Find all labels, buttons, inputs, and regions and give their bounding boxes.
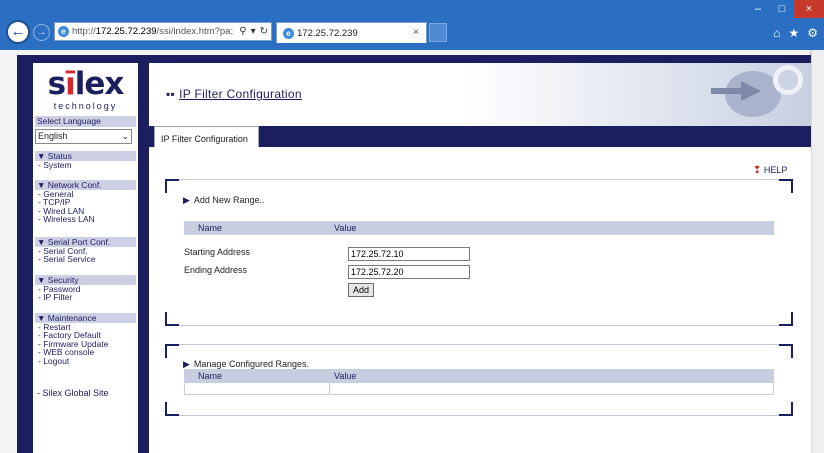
frame-top-border (17, 55, 811, 63)
window-controls: – □ × (746, 0, 824, 20)
logo-subtitle: technology (53, 101, 118, 111)
box-edge (179, 179, 779, 180)
minimize-button[interactable]: – (746, 0, 770, 18)
title-bullet-icon: ▪▪ (166, 87, 176, 101)
starting-address-label: Starting Address (184, 247, 251, 257)
browser-titlebar: – □ × ← → e http://172.25.72.239/ssi/ind… (0, 0, 824, 50)
select-language-label: Select Language (35, 116, 136, 127)
ending-address-label: Ending Address (184, 265, 248, 275)
close-window-button[interactable]: × (794, 0, 824, 18)
column-header-value: Value (334, 223, 357, 233)
menu-group-maintenance: ▼ Maintenance - Restart - Factory Defaul… (35, 313, 136, 365)
sidebar-item-wireless-lan[interactable]: - Wireless LAN (35, 215, 136, 224)
back-button[interactable]: ← (6, 20, 30, 44)
column-header-name: Name (198, 371, 223, 381)
help-link[interactable]: ❢ HELP (753, 165, 787, 176)
vertical-scrollbar[interactable] (811, 50, 824, 453)
corner-decoration (165, 402, 179, 416)
logo-wordmark: sīlex (47, 66, 125, 102)
sidebar-item-logout[interactable]: - Logout (35, 356, 136, 365)
column-header-value: Value (334, 371, 357, 381)
add-button[interactable]: Add (348, 283, 375, 297)
page-header: ▪▪ IP Filter Configuration (149, 63, 811, 126)
corner-decoration (779, 312, 793, 326)
add-range-section: ▶ Add New Range.. Name Value Starting Add… (165, 179, 793, 326)
box-edge (179, 344, 779, 345)
silex-global-site-link[interactable]: - Silex Global Site (37, 388, 109, 398)
refresh-icon[interactable]: ↻ (260, 26, 268, 37)
forward-button[interactable]: → (33, 24, 50, 41)
column-divider (329, 383, 330, 394)
tab-close-icon[interactable]: × (413, 27, 419, 38)
sidebar-separator (138, 63, 149, 453)
sidebar-item-system[interactable]: - System (35, 161, 136, 170)
toolbar-icons: ⌂ ★ ⚙ (773, 26, 818, 40)
frame-left-border (17, 55, 33, 453)
corner-decoration (779, 344, 793, 358)
ending-address-input[interactable] (348, 265, 470, 279)
manage-ranges-section: ▶ Manage Configured Ranges. Name Value (165, 344, 793, 416)
corner-decoration (165, 344, 179, 358)
triangle-right-icon: ▶ (183, 359, 190, 369)
chevron-down-icon: ⌄ (121, 131, 129, 141)
table-row (184, 383, 774, 395)
corner-decoration (165, 312, 179, 326)
menu-group-status: ▼ Status - System (35, 151, 136, 169)
language-select[interactable]: English ⌄ (35, 129, 132, 144)
gear-icon[interactable]: ⚙ (807, 26, 818, 40)
box-edge (179, 415, 779, 416)
browser-tab[interactable]: e 172.25.72.239 × (276, 22, 427, 43)
menu-group-serial: ▼ Serial Port Conf. - Serial Conf. - Ser… (35, 237, 136, 264)
favorites-icon[interactable]: ★ (788, 26, 799, 40)
box-edge (179, 325, 779, 326)
new-tab-button[interactable] (429, 23, 447, 42)
sidebar-item-serial-service[interactable]: - Serial Service (35, 255, 136, 264)
add-range-table-header: Name Value (184, 221, 774, 235)
maximize-button[interactable]: □ (770, 0, 794, 18)
starting-address-input[interactable] (348, 247, 470, 261)
help-icon: ❢ (753, 165, 762, 176)
url-text: http://172.25.72.239/ssi/index.htm?pa; (72, 26, 234, 37)
chevron-down-icon[interactable]: ▾ (251, 26, 256, 37)
page-title: ▪▪ IP Filter Configuration (166, 87, 302, 101)
triangle-right-icon: ▶ (183, 195, 190, 205)
manage-ranges-table-header: Name Value (184, 369, 774, 383)
menu-group-security: ▼ Security - Password - IP Filter (35, 275, 136, 302)
home-icon[interactable]: ⌂ (773, 26, 780, 40)
add-range-title: ▶ Add New Range.. (183, 195, 265, 205)
sidebar-item-ip-filter[interactable]: - IP Filter (35, 293, 136, 302)
column-header-name: Name (198, 223, 223, 233)
search-icon[interactable]: ⚲ (239, 26, 246, 37)
corner-decoration (779, 402, 793, 416)
ie-tab-icon: e (283, 27, 294, 39)
ie-page-icon: e (58, 26, 69, 37)
silex-logo[interactable]: sīlex technology (33, 63, 138, 113)
corner-decoration (779, 179, 793, 193)
address-tools: ⚲ ▾ ↻ (239, 26, 271, 37)
sidebar: sīlex technology Select Language English… (33, 63, 138, 453)
header-ring-decoration (773, 65, 803, 95)
tab-title: 172.25.72.239 (297, 27, 358, 39)
address-bar[interactable]: e http://172.25.72.239/ssi/index.htm?pa;… (54, 22, 272, 41)
menu-group-network: ▼ Network Conf. - General - TCP/IP - Wir… (35, 180, 136, 224)
corner-decoration (165, 179, 179, 193)
